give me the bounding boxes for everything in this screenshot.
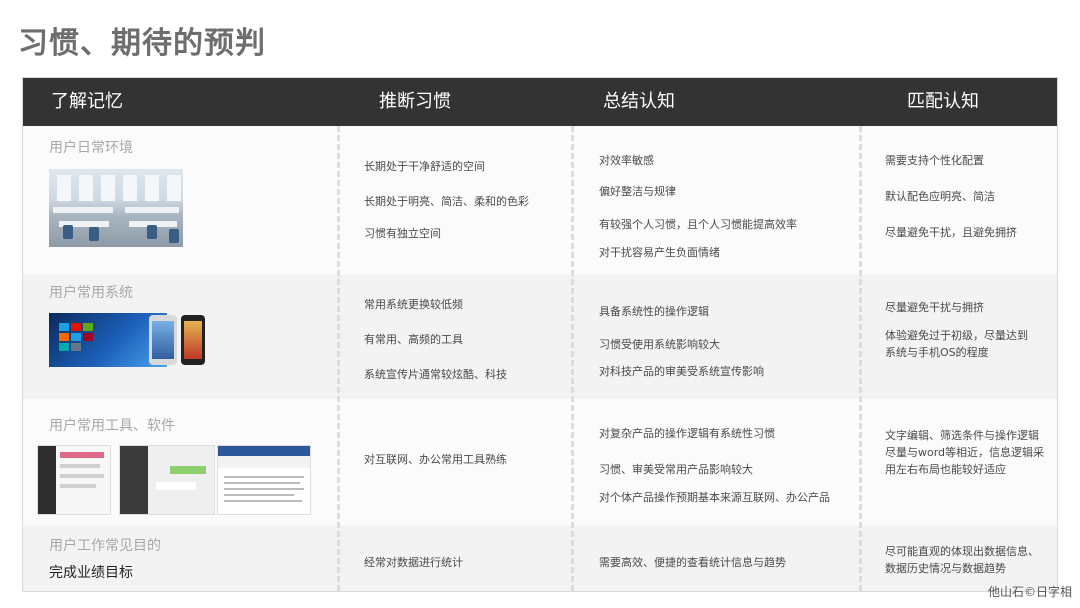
iphone-image [149,315,177,365]
header-infer-habit: 推断习惯 [379,91,451,112]
header-summarize-cognition: 总结认知 [603,91,675,112]
row-title: 用户日常环境 [49,140,133,156]
column-divider [859,126,862,591]
table-row-tools: 用户常用工具、软件 对互联网、办公常用工具熟练 对复杂产品的操作逻辑有系统性习惯… [23,399,1057,525]
column-divider [571,126,574,591]
android-phone-image [181,315,205,365]
table-row-environment: 用户日常环境 长期处于干净舒适的空间 长期处于明亮、简洁、柔和的色彩 习惯有独立… [23,126,1057,275]
goal-text: 完成业绩目标 [49,565,133,581]
office-photo [49,169,183,247]
table-header: 了解记忆 推断习惯 总结认知 匹配认知 [23,78,1057,126]
column-divider [337,126,340,591]
header-understand-memory: 了解记忆 [51,91,123,112]
word-document-screenshot [217,445,311,515]
row-title: 用户常用工具、软件 [49,418,175,434]
row-title: 用户工作常见目的 [49,538,161,554]
watermark: 他山石©日字相 [987,585,1072,599]
page-title: 习惯、期待的预判 [18,26,266,61]
row-title: 用户常用系统 [49,285,133,301]
habit-table: 了解记忆 推断习惯 总结认知 匹配认知 用户日常环境 长期处于干净舒适的空间 长… [22,77,1058,592]
chat-app-screenshot [37,445,111,515]
table-row-system: 用户常用系统 常用系统更换较低频 有常用、高频的工具 系统宣传片通常较炫酷、科技… [23,275,1057,399]
header-match-cognition: 匹配认知 [907,91,979,112]
table-row-purpose: 用户工作常见目的 完成业绩目标 经常对数据进行统计 需要高效、便捷的查看统计信息… [23,525,1057,591]
wechat-screenshot [119,445,215,515]
